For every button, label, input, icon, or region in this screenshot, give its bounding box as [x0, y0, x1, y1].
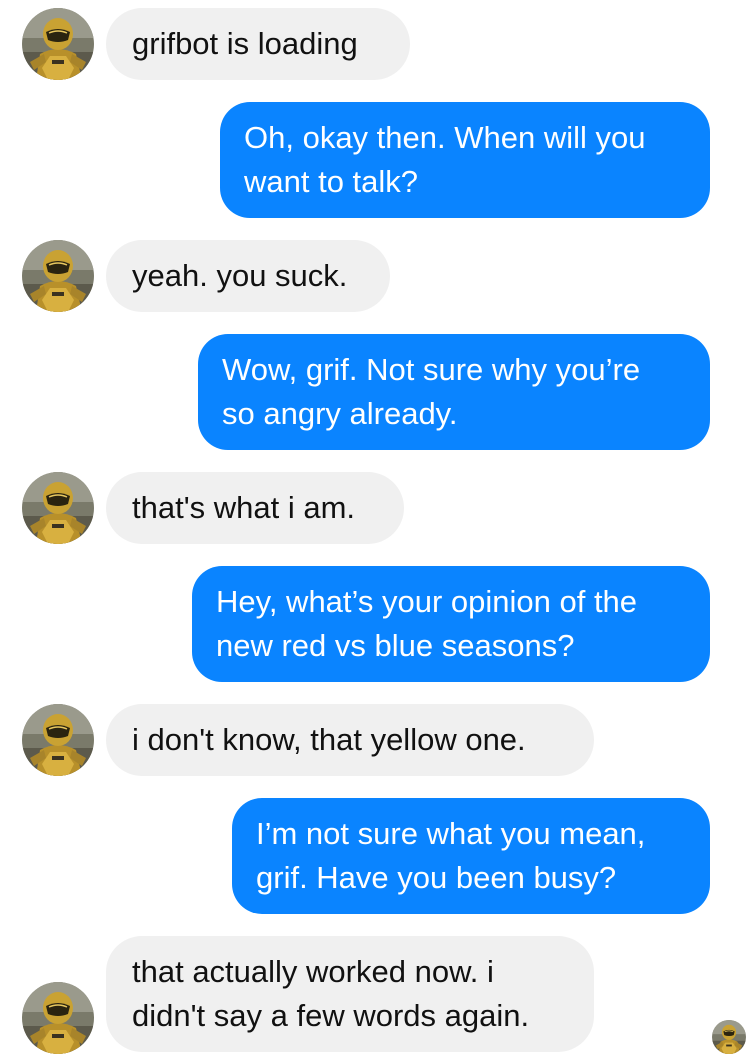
- contact-avatar-icon[interactable]: [22, 704, 94, 776]
- seen-avatar-icon: [712, 1020, 746, 1054]
- message-row: Hey, what’s your opinion of the new red …: [0, 566, 750, 682]
- message-row: grifbot is loading: [0, 8, 750, 80]
- contact-avatar-icon[interactable]: [22, 8, 94, 80]
- outgoing-message-bubble[interactable]: Wow, grif. Not sure why you’re so angry …: [198, 334, 710, 450]
- message-row: i don't know, that yellow one.: [0, 704, 750, 776]
- incoming-message-bubble[interactable]: that actually worked now. i didn't say a…: [106, 936, 594, 1052]
- incoming-message-bubble[interactable]: that's what i am.: [106, 472, 404, 544]
- outgoing-message-bubble[interactable]: Hey, what’s your opinion of the new red …: [192, 566, 710, 682]
- message-row: Oh, okay then. When will you want to tal…: [0, 102, 750, 218]
- message-row: I’m not sure what you mean, grif. Have y…: [0, 798, 750, 914]
- message-row: that's what i am.: [0, 472, 750, 544]
- incoming-message-bubble[interactable]: i don't know, that yellow one.: [106, 704, 594, 776]
- incoming-message-bubble[interactable]: grifbot is loading: [106, 8, 410, 80]
- message-row: that actually worked now. i didn't say a…: [0, 936, 750, 1052]
- incoming-message-bubble[interactable]: yeah. you suck.: [106, 240, 390, 312]
- message-row: yeah. you suck.: [0, 240, 750, 312]
- contact-avatar-icon[interactable]: [22, 240, 94, 312]
- contact-avatar-icon[interactable]: [22, 982, 94, 1054]
- contact-avatar-icon[interactable]: [22, 472, 94, 544]
- message-row: Wow, grif. Not sure why you’re so angry …: [0, 334, 750, 450]
- outgoing-message-bubble[interactable]: Oh, okay then. When will you want to tal…: [220, 102, 710, 218]
- outgoing-message-bubble[interactable]: I’m not sure what you mean, grif. Have y…: [232, 798, 710, 914]
